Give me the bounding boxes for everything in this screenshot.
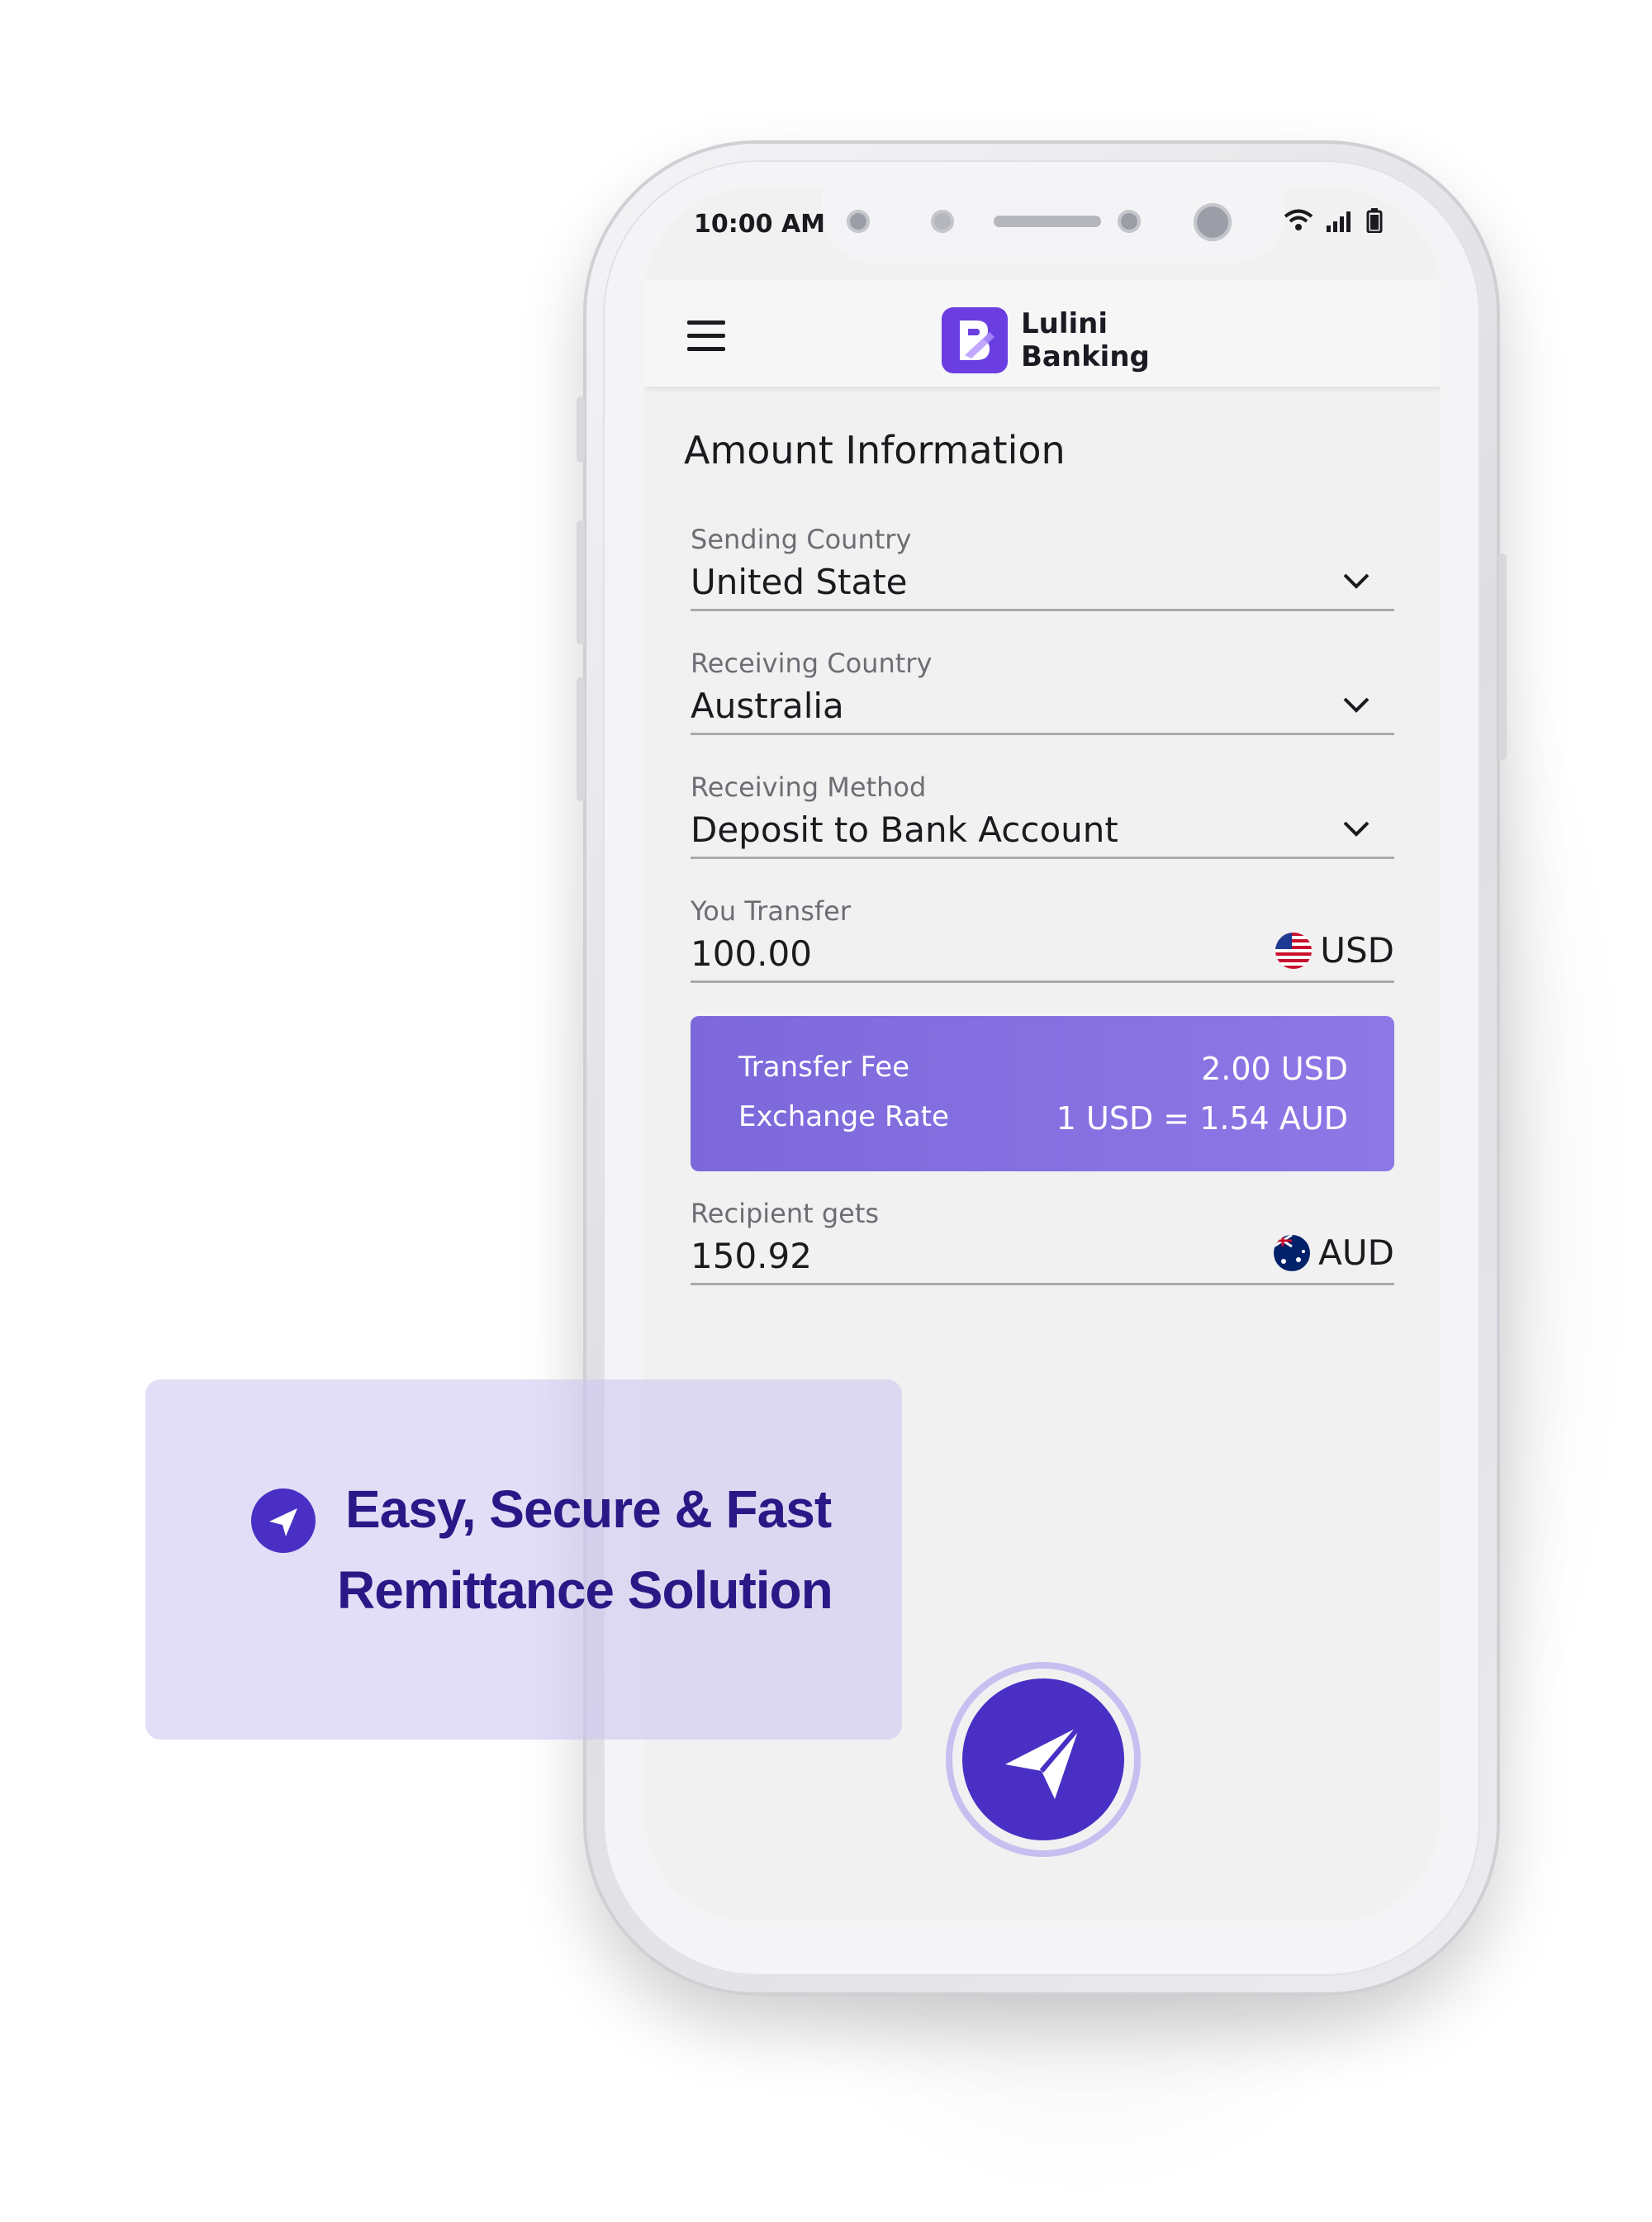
promo-banner: Easy, Secure & Fast Remittance Solution <box>145 1379 902 1740</box>
proximity-sensor-icon <box>1118 210 1141 233</box>
chevron-down-icon <box>1343 697 1370 713</box>
exchange-rate-label: Exchange Rate <box>738 1100 949 1133</box>
promo-headline-line-2: Remittance Solution <box>337 1560 833 1620</box>
lulini-logo-icon <box>942 307 1008 373</box>
receiving-method-select[interactable]: Receiving Method Deposit to Bank Account <box>691 772 1394 859</box>
sending-country-label: Sending Country <box>691 524 912 555</box>
app-header: Lulini Banking <box>644 279 1441 387</box>
transfer-fee-value: 2.00 USD <box>1201 1051 1348 1087</box>
currency-code: AUD <box>1318 1232 1394 1273</box>
you-transfer-label: You Transfer <box>691 895 851 927</box>
receiving-country-value: Australia <box>691 686 844 726</box>
brand-logo: Lulini Banking <box>940 306 1150 375</box>
send-icon <box>1005 1725 1082 1799</box>
send-icon <box>251 1488 316 1553</box>
transfer-fee-label: Transfer Fee <box>738 1051 910 1084</box>
receiving-method-value: Deposit to Bank Account <box>691 810 1118 850</box>
receiving-country-label: Receiving Country <box>691 648 933 679</box>
speaker-grille <box>994 216 1101 227</box>
signal-icon <box>1327 211 1351 232</box>
notch <box>822 188 1284 263</box>
australia-flag-icon <box>1274 1234 1311 1271</box>
status-time: 10:00 AM <box>694 210 826 239</box>
you-transfer-input[interactable]: You Transfer 100.00 USD <box>691 895 1394 983</box>
exchange-rate-row: Exchange Rate 1 USD = 1.54 AUD <box>738 1100 1348 1137</box>
chevron-down-icon <box>1343 821 1370 837</box>
currency-usd: USD <box>1275 930 1394 971</box>
brand-line-2: Banking <box>1021 340 1150 373</box>
brand-name: Lulini Banking <box>1021 307 1150 373</box>
exchange-rate-value: 1 USD = 1.54 AUD <box>1056 1100 1348 1137</box>
selfie-camera-icon <box>1194 203 1232 241</box>
fee-summary-card: Transfer Fee 2.00 USD Exchange Rate 1 US… <box>691 1016 1394 1171</box>
menu-icon[interactable] <box>687 320 725 352</box>
sending-country-select[interactable]: Sending Country United State <box>691 524 1394 611</box>
status-icons <box>1284 208 1383 233</box>
chevron-down-icon <box>1343 573 1370 589</box>
receiving-country-select[interactable]: Receiving Country Australia <box>691 648 1394 735</box>
currency-aud: AUD <box>1274 1232 1394 1273</box>
recipient-gets-input[interactable]: Recipient gets 150.92 AUD <box>691 1198 1394 1285</box>
receiving-method-label: Receiving Method <box>691 772 927 803</box>
amount-form: Amount Information Sending Country Unite… <box>684 428 1394 1285</box>
sending-country-value: United State <box>691 562 908 602</box>
send-button[interactable] <box>962 1678 1124 1840</box>
battery-icon <box>1366 208 1383 233</box>
wifi-icon <box>1284 209 1313 230</box>
volume-down-button <box>577 677 585 801</box>
brand-line-1: Lulini <box>1021 307 1108 340</box>
transfer-fee-row: Transfer Fee 2.00 USD <box>738 1051 1348 1087</box>
front-camera-icon <box>847 210 870 233</box>
section-title: Amount Information <box>684 428 1066 472</box>
side-button <box>577 396 585 463</box>
sensor-icon <box>931 210 954 233</box>
us-flag-icon <box>1275 932 1313 969</box>
recipient-gets-label: Recipient gets <box>691 1198 880 1229</box>
currency-code: USD <box>1320 930 1394 971</box>
power-button <box>1498 553 1507 760</box>
promo-headline-line-1: Easy, Secure & Fast <box>345 1479 832 1539</box>
volume-up-button <box>577 520 585 644</box>
